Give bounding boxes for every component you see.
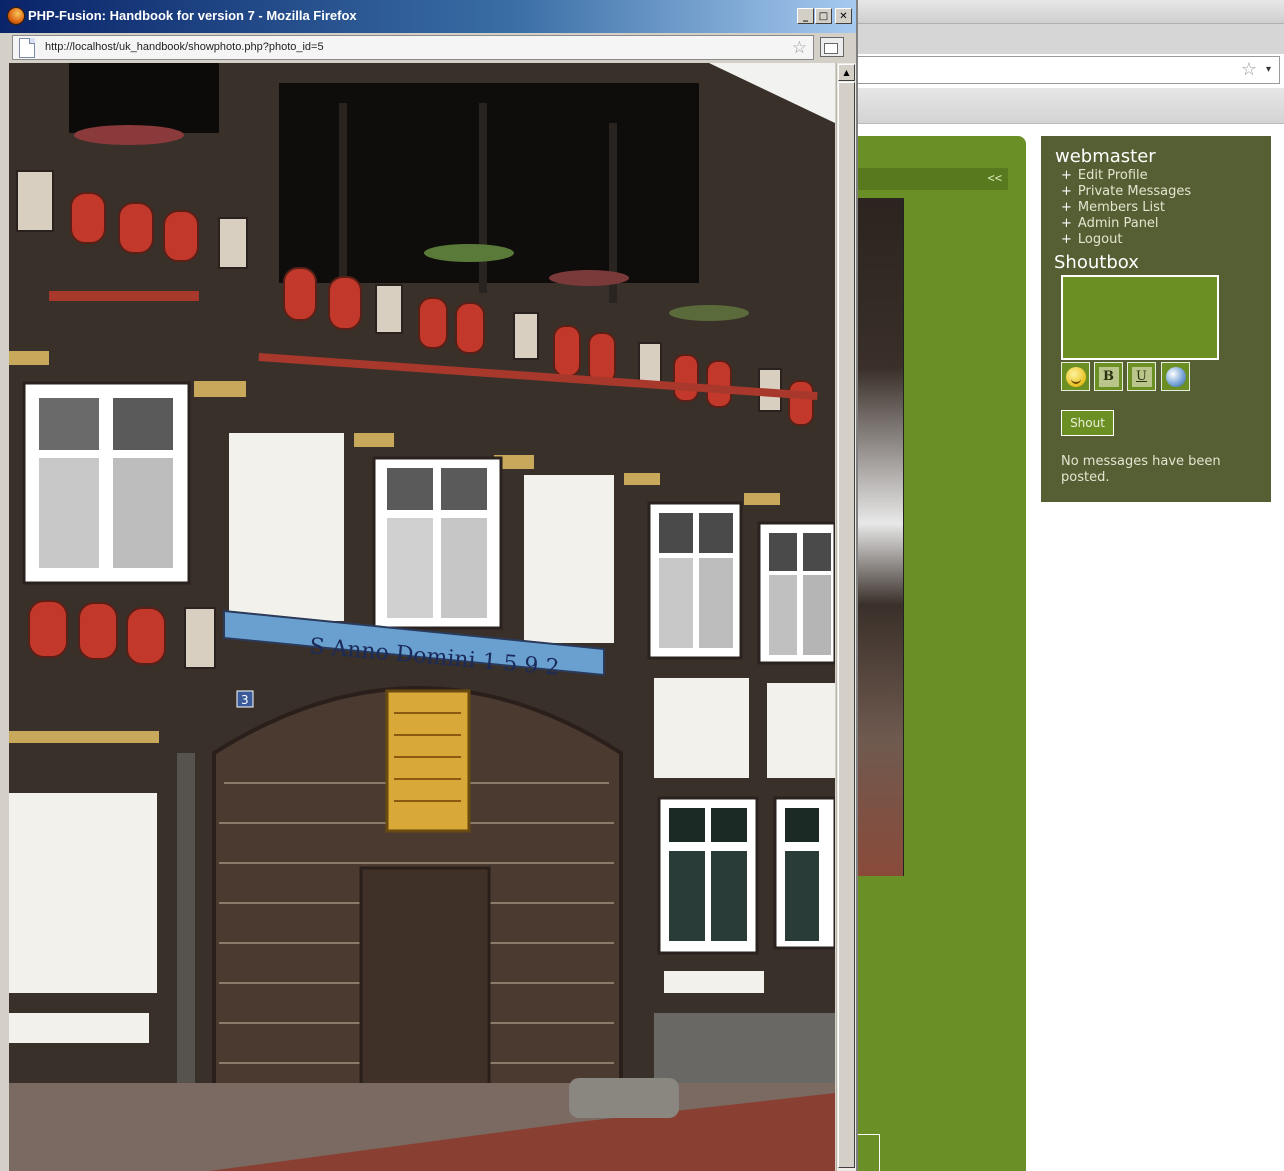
link-label: Private Messages xyxy=(1077,184,1192,199)
photo-popup-window: PHP-Fusion: Handbook for version 7 - Moz… xyxy=(0,0,858,1171)
background-browser-window: ☆ ▾ << webmaster + Edit Profile + Private … xyxy=(858,0,1284,1171)
admin-panel-link[interactable]: + Admin Panel xyxy=(1061,216,1191,232)
photo-preview-edge xyxy=(858,198,904,876)
link-bullet: + xyxy=(1061,184,1072,199)
url-field[interactable]: http://localhost/uk_handbook/showphoto.p… xyxy=(12,35,814,60)
logout-link[interactable]: + Logout xyxy=(1061,232,1191,248)
collapse-panel-button[interactable]: << xyxy=(988,171,1002,185)
popup-location-bar: http://localhost/uk_handbook/showphoto.p… xyxy=(4,34,854,62)
user-info-panel: webmaster + Edit Profile + Private Message… xyxy=(1041,136,1271,502)
popup-titlebar[interactable]: PHP-Fusion: Handbook for version 7 - Moz… xyxy=(0,0,856,33)
background-url-bar[interactable]: ☆ ▾ xyxy=(858,56,1280,84)
page-icon xyxy=(19,38,35,58)
user-links-list: + Edit Profile + Private Messages + Members… xyxy=(1061,168,1191,248)
bold-button[interactable]: B xyxy=(1094,362,1123,391)
bookmark-star-icon[interactable]: ☆ xyxy=(1241,60,1257,80)
smiley-button[interactable] xyxy=(1061,362,1090,391)
url-text: http://localhost/uk_handbook/showphoto.p… xyxy=(45,41,324,53)
house-facade-photo: S Anno Domini 1 5 9 2 3 xyxy=(9,63,835,1171)
popup-scrollbar[interactable]: ▲ xyxy=(836,63,856,1171)
shoutbox-heading: Shoutbox xyxy=(1054,252,1139,273)
link-bullet: + xyxy=(1061,216,1072,231)
firefox-icon xyxy=(7,7,25,25)
shout-button[interactable]: Shout xyxy=(1061,410,1114,436)
site-content: << webmaster + Edit Profile + Private Mess… xyxy=(858,124,1284,1171)
bookmark-star-icon[interactable]: ☆ xyxy=(792,37,807,59)
scroll-up-button[interactable]: ▲ xyxy=(838,64,855,81)
background-toolbar xyxy=(858,24,1284,54)
link-label: Admin Panel xyxy=(1077,216,1159,231)
background-nav-strip xyxy=(858,88,1284,124)
house-number: 3 xyxy=(241,693,249,707)
insert-link-button[interactable] xyxy=(1161,362,1190,391)
close-button[interactable]: ✕ xyxy=(835,8,852,24)
panel-header-bar: << xyxy=(858,168,1008,190)
background-titlebar xyxy=(858,0,1284,24)
smiley-icon xyxy=(1065,366,1086,387)
no-messages-text: No messages have been posted. xyxy=(1061,454,1221,485)
popup-window-title: PHP-Fusion: Handbook for version 7 - Moz… xyxy=(28,8,357,23)
link-label: Members List xyxy=(1077,200,1166,215)
underline-button[interactable]: U xyxy=(1127,362,1156,391)
link-label: Logout xyxy=(1077,232,1123,247)
link-bullet: + xyxy=(1061,200,1072,215)
scroll-thumb[interactable] xyxy=(838,82,855,1168)
underline-icon: U xyxy=(1131,366,1152,387)
members-list-link[interactable]: + Members List xyxy=(1061,200,1191,216)
popout-icon[interactable] xyxy=(820,37,844,57)
bold-icon: B xyxy=(1098,366,1119,387)
maximize-button[interactable]: □ xyxy=(815,8,832,24)
globe-link-icon xyxy=(1165,366,1186,387)
username-heading: webmaster xyxy=(1055,146,1156,167)
private-messages-link[interactable]: + Private Messages xyxy=(1061,184,1191,200)
main-content-panel: << xyxy=(858,136,1026,1171)
edit-profile-link[interactable]: + Edit Profile xyxy=(1061,168,1191,184)
url-dropdown-icon[interactable]: ▾ xyxy=(1266,62,1271,78)
link-bullet: + xyxy=(1061,168,1072,183)
minimize-button[interactable]: _ xyxy=(797,8,814,24)
link-label: Edit Profile xyxy=(1077,168,1148,183)
shout-message-input[interactable] xyxy=(1061,275,1219,360)
photo-image: S Anno Domini 1 5 9 2 3 xyxy=(9,63,835,1171)
link-bullet: + xyxy=(1061,232,1072,247)
panel-corner-box xyxy=(858,1134,880,1171)
